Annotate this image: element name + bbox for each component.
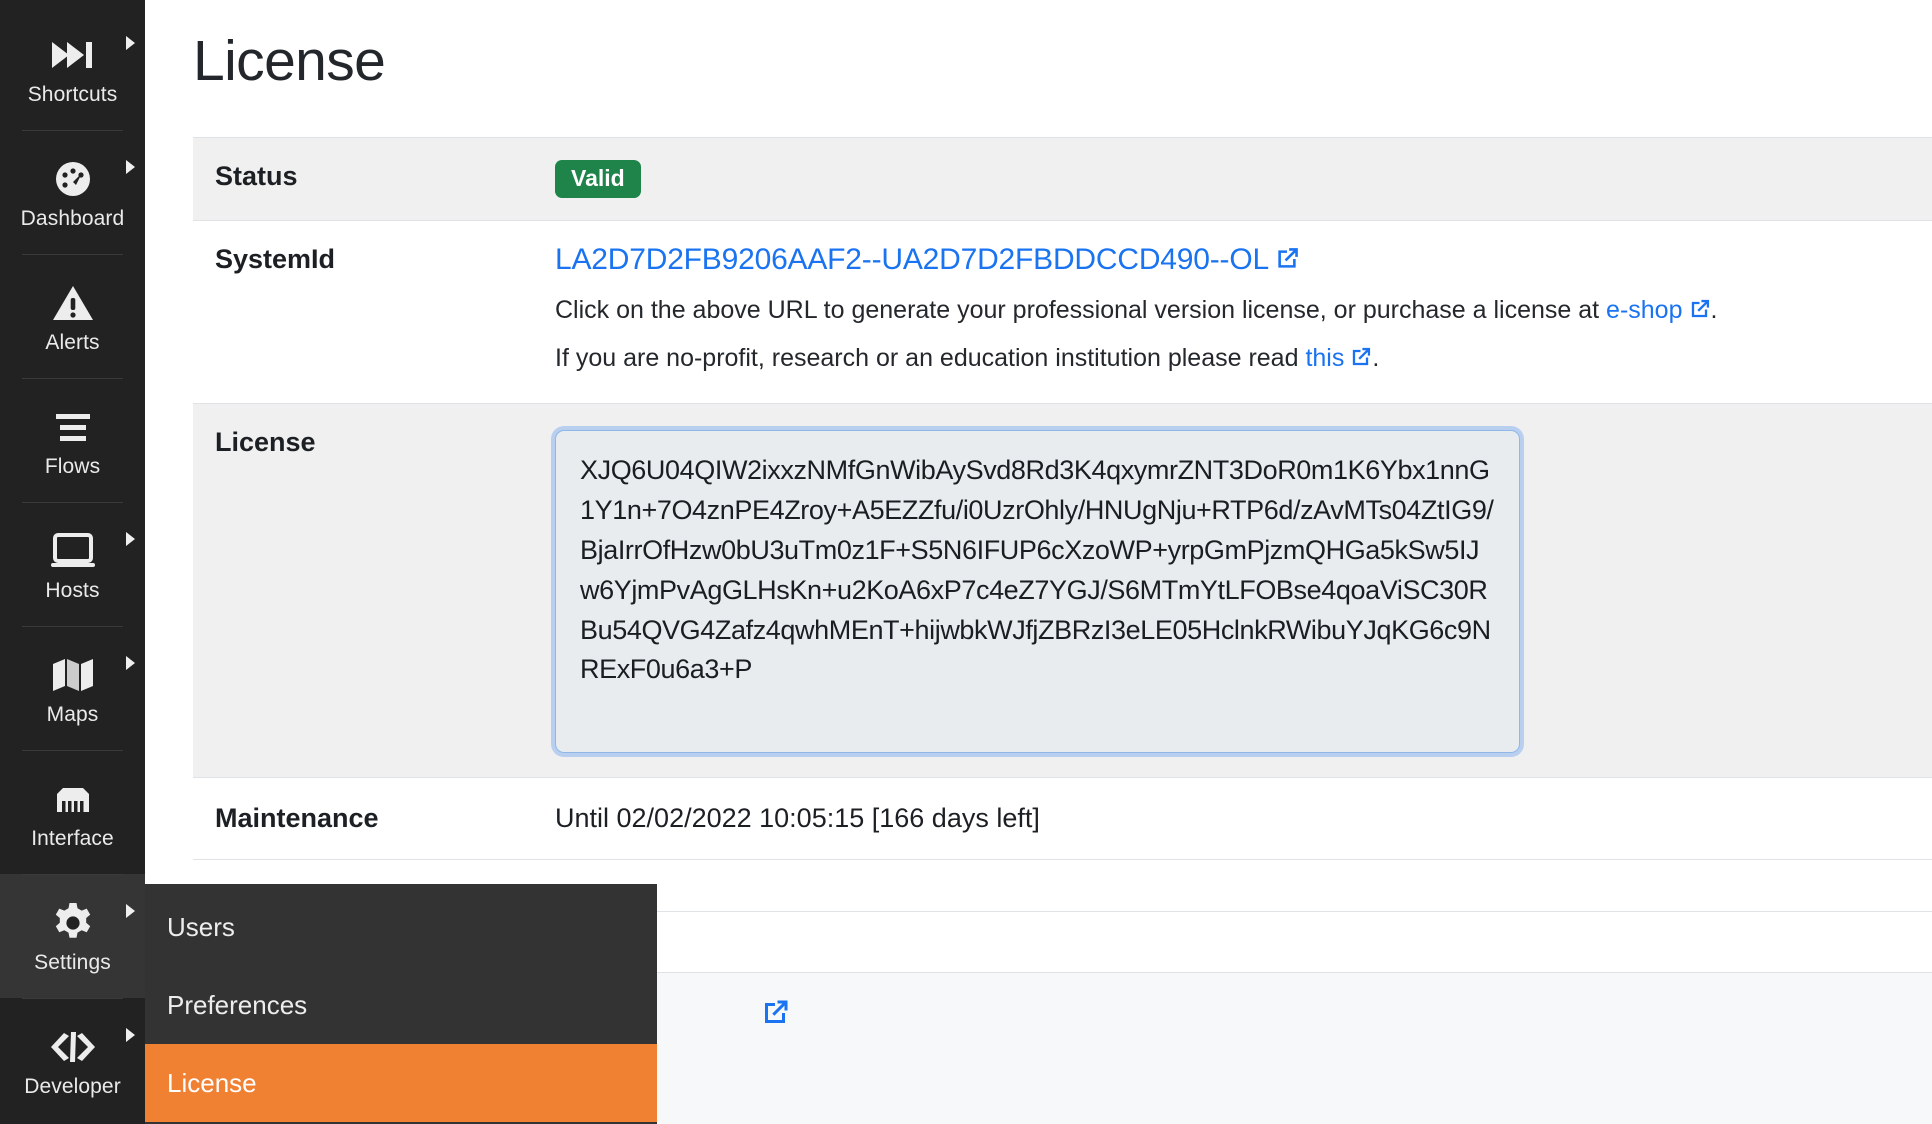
maintenance-value: Until 02/02/2022 10:05:15 [166 days left… [555, 803, 1040, 834]
systemid-desc-line-2: If you are no-profit, research or an edu… [555, 340, 1932, 381]
chevron-right-icon [126, 656, 135, 670]
systemid-link-text: LA2D7D2FB9206AAF2--UA2D7D2FBDDCCD490--OL [555, 242, 1269, 276]
chevron-right-icon [126, 36, 135, 50]
blank-value-cell [533, 858, 1932, 912]
sidebar-item-label: Alerts [45, 330, 100, 354]
sidebar-item-label: Hosts [45, 578, 100, 602]
sidebar-item-settings[interactable]: Settings [0, 874, 145, 998]
systemid-label: SystemId [215, 243, 336, 274]
page-title: License [193, 29, 386, 93]
list-icon [50, 404, 96, 450]
this-link-text: this [1305, 344, 1345, 373]
table-row-systemid: SystemId LA2D7D2FB9206AAF2--UA2D7D2FBDDC… [193, 219, 1932, 404]
table-row-maintenance: Maintenance Until 02/02/2022 10:05:15 [1… [193, 777, 1932, 860]
submenu-item-preferences[interactable]: Preferences [145, 966, 657, 1044]
warning-icon [50, 280, 96, 326]
license-key-input[interactable] [555, 429, 1520, 754]
ethernet-port-icon [50, 776, 96, 822]
systemid-label-cell: SystemId [193, 219, 533, 404]
systemid-desc-line-1: Click on the above URL to generate your … [555, 292, 1932, 333]
table-row-status: Status Valid [193, 136, 1932, 221]
monitor-icon [50, 528, 96, 574]
eshop-link[interactable]: e-shop [1606, 296, 1710, 324]
submenu-item-label: Preferences [167, 989, 308, 1020]
this-link[interactable]: this [1305, 344, 1372, 372]
systemid-link[interactable]: LA2D7D2FB9206AAF2--UA2D7D2FBDDCCD490--OL [555, 243, 1300, 276]
sidebar-item-label: Maps [46, 702, 99, 726]
systemid-value-cell: LA2D7D2FB9206AAF2--UA2D7D2FBDDCCD490--OL… [533, 219, 1932, 404]
status-badge: Valid [555, 159, 641, 198]
sidebar-item-label: Dashboard [20, 206, 125, 230]
license-label: License [215, 426, 316, 457]
maintenance-label-cell: Maintenance [193, 777, 533, 860]
sidebar-item-flows[interactable]: Flows [0, 378, 145, 502]
eshop-link-text: e-shop [1606, 295, 1683, 324]
status-label: Status [215, 160, 298, 191]
submenu-item-license[interactable]: License [145, 1044, 657, 1122]
sidebar-item-alerts[interactable]: Alerts [0, 254, 145, 378]
chevron-right-icon [126, 904, 135, 918]
maintenance-label: Maintenance [215, 803, 379, 834]
status-label-cell: Status [193, 136, 533, 221]
sidebar-item-dashboard[interactable]: Dashboard [0, 130, 145, 254]
license-value-cell [533, 402, 1932, 779]
code-icon [50, 1024, 96, 1070]
maintenance-value-cell: Until 02/02/2022 10:05:15 [166 days left… [533, 777, 1932, 860]
status-value-cell: Valid [533, 136, 1932, 221]
chevron-right-icon [126, 1028, 135, 1042]
external-link-icon[interactable] [760, 998, 790, 1033]
systemid-desc2-pre: If you are no-profit, research or an edu… [555, 344, 1306, 373]
systemid-desc1-post: . [1710, 295, 1718, 324]
license-key-wrapper [555, 426, 1932, 756]
map-icon [50, 652, 96, 698]
systemid-desc2-post: . [1372, 344, 1380, 373]
sidebar-item-maps[interactable]: Maps [0, 626, 145, 750]
gear-icon [50, 900, 96, 946]
external-link-icon [1349, 343, 1372, 381]
submenu-item-label: Users [167, 911, 235, 942]
chevron-right-icon [126, 532, 135, 546]
sidebar-item-label: Shortcuts [27, 82, 118, 106]
sidebar-item-label: Flows [44, 454, 101, 478]
license-label-cell: License [193, 402, 533, 779]
license-table: Status Valid SystemId LA2D7D2FB9206AAF2-… [193, 136, 1932, 912]
sidebar-item-label: Settings [34, 950, 111, 974]
chevron-right-icon [126, 160, 135, 174]
sidebar-item-label: Developer [24, 1074, 121, 1098]
sidebar-item-developer[interactable]: Developer [0, 998, 145, 1122]
systemid-description: Click on the above URL to generate your … [555, 292, 1932, 381]
submenu-item-label: License [167, 1067, 257, 1098]
submenu-item-users[interactable]: Users [145, 888, 657, 966]
table-row-license: License [193, 402, 1932, 779]
fast-forward-icon [50, 32, 96, 78]
external-link-icon [1274, 246, 1300, 280]
main-sidebar: Shortcuts Dashboard Alerts Flows Hosts M… [0, 0, 145, 1124]
settings-submenu: Users Preferences License [145, 884, 657, 1124]
sidebar-item-interface[interactable]: Interface [0, 750, 145, 874]
sidebar-item-hosts[interactable]: Hosts [0, 502, 145, 626]
systemid-desc1-pre: Click on the above URL to generate your … [555, 295, 1607, 324]
sidebar-item-label: Interface [31, 826, 114, 850]
sidebar-item-shortcuts[interactable]: Shortcuts [0, 6, 145, 130]
gauge-icon [50, 156, 96, 202]
license-page: Shortcuts Dashboard Alerts Flows Hosts M… [0, 0, 1932, 1124]
external-link-icon [1688, 295, 1711, 333]
